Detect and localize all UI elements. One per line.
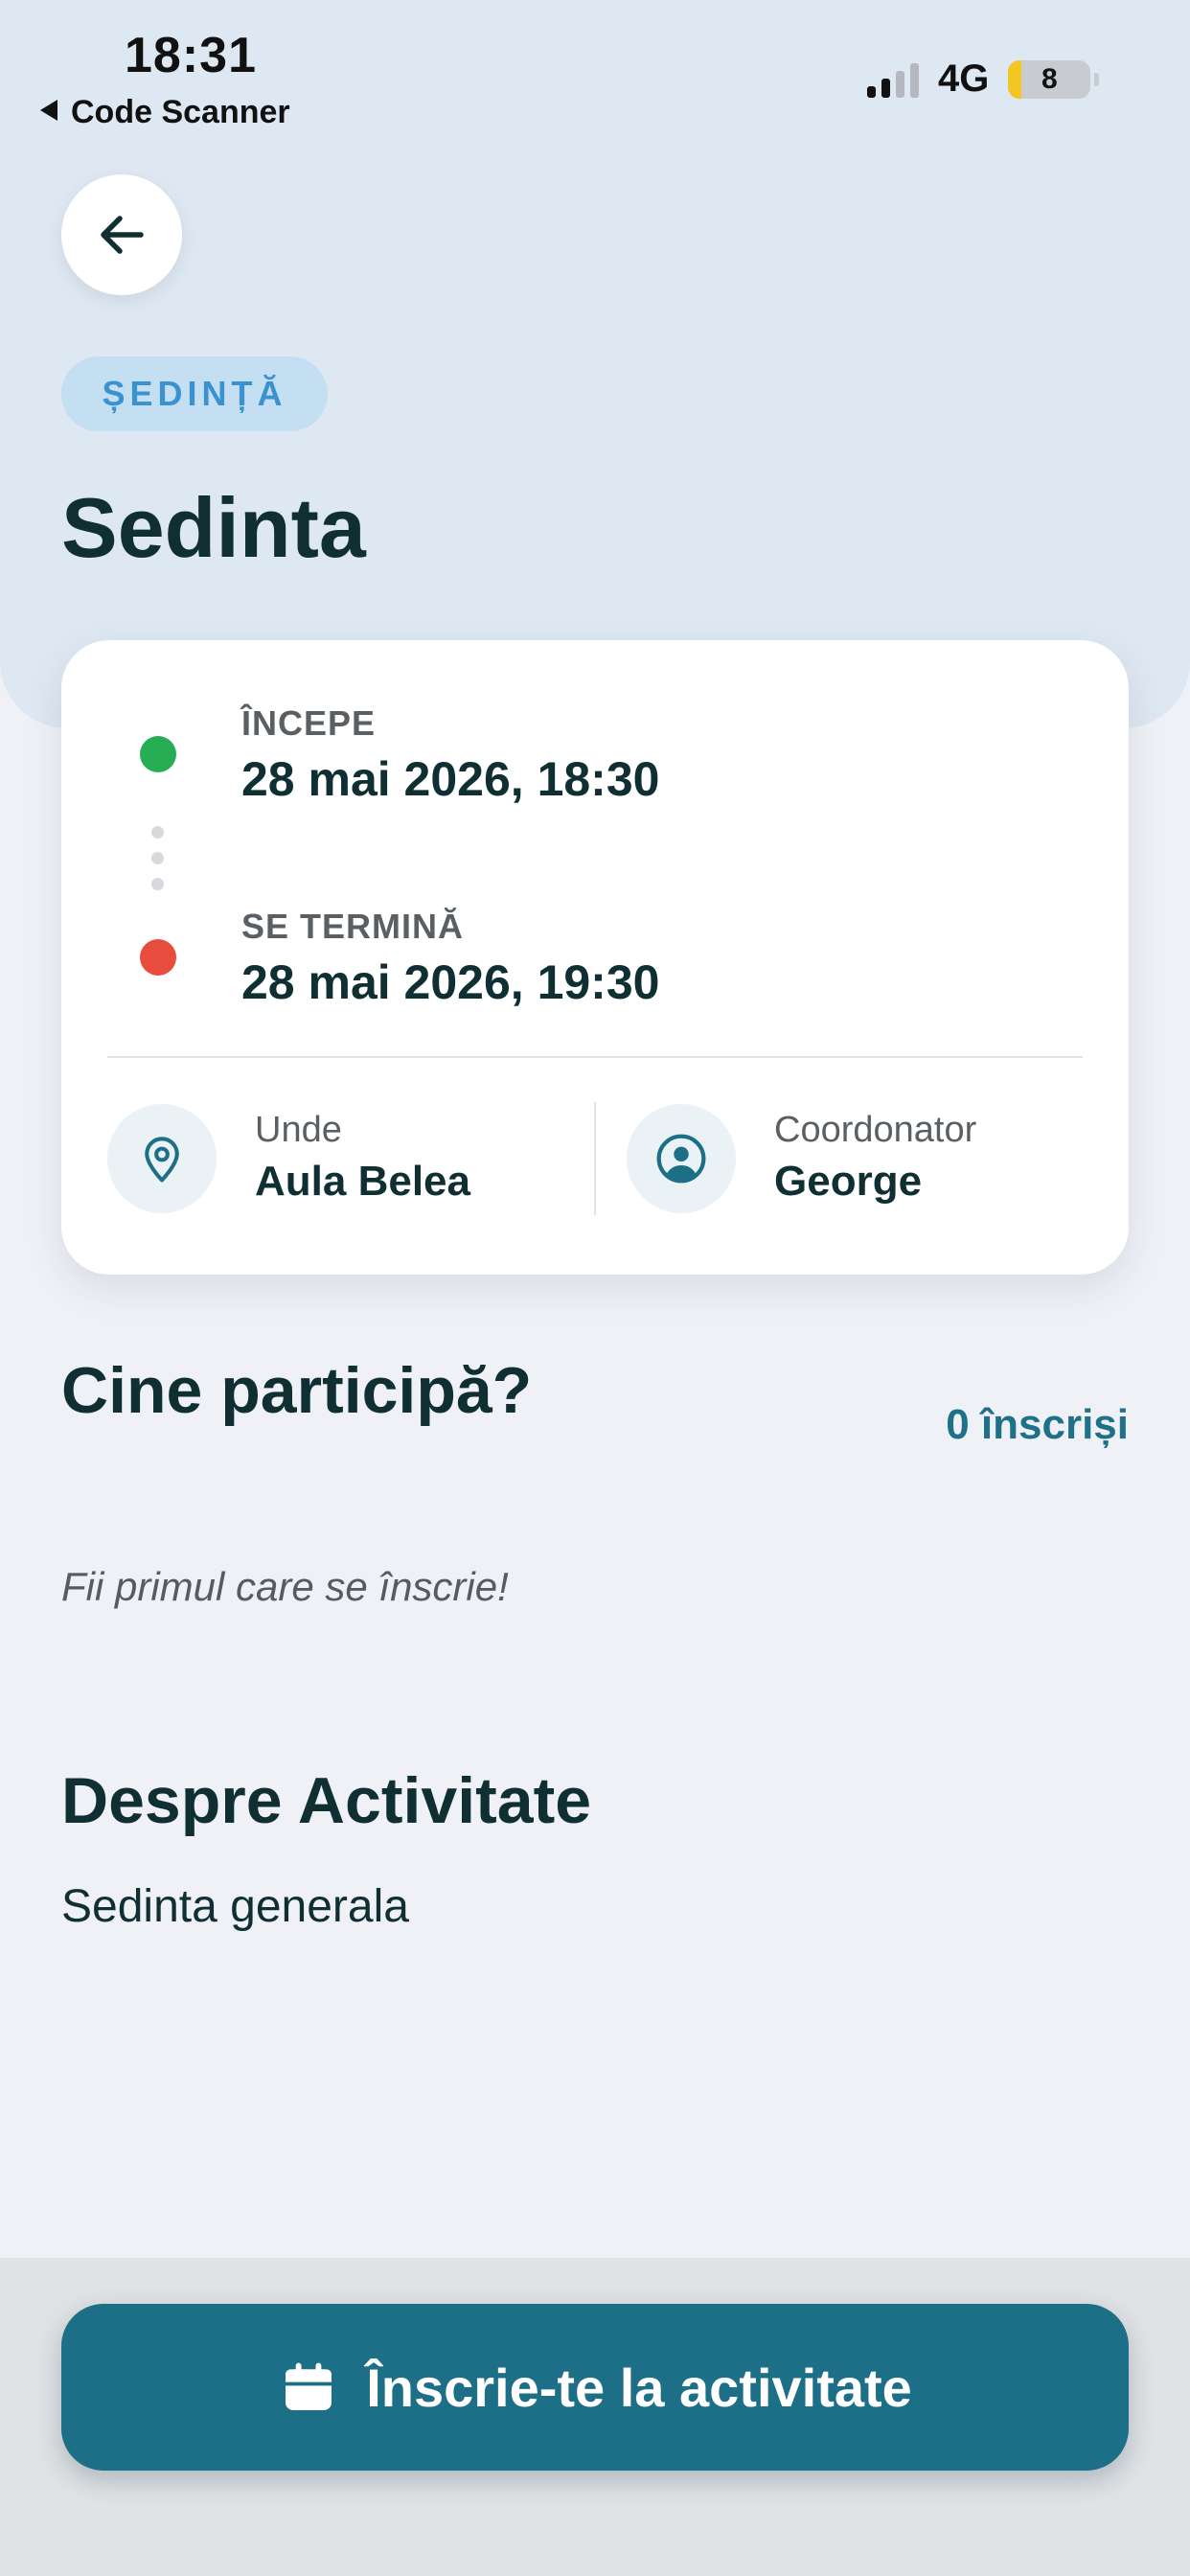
info-separator	[594, 1102, 596, 1215]
start-dot	[140, 736, 176, 772]
participants-count[interactable]: 0 înscriși	[946, 1401, 1129, 1449]
coordinator-value: George	[774, 1158, 923, 1205]
back-button[interactable]	[61, 174, 182, 295]
card-divider	[107, 1056, 1083, 1058]
details-card: ÎNCEPE 28 mai 2026, 18:30 SE TERMINĂ 28 …	[61, 640, 1129, 1275]
page-title: Sedinta	[61, 480, 366, 575]
location-icon-wrap	[107, 1104, 217, 1213]
location-value: Aula Belea	[255, 1158, 470, 1205]
battery-tip	[1094, 72, 1100, 86]
about-text: Sedinta generala	[61, 1881, 409, 1932]
coordinator-label: Coordonator	[774, 1110, 977, 1150]
network-type: 4G	[938, 58, 990, 100]
coordinator-icon-wrap	[627, 1104, 736, 1213]
back-app-label: Code Scanner	[71, 94, 290, 130]
signal-icon	[867, 61, 919, 98]
end-label: SE TERMINĂ	[241, 907, 465, 946]
calendar-icon	[286, 2362, 332, 2410]
participants-empty-text: Fii primul care se înscrie!	[61, 1564, 509, 1609]
back-triangle-icon	[38, 94, 59, 131]
end-dot	[140, 939, 176, 976]
timeline-connector	[151, 826, 164, 890]
register-button-label: Înscrie-te la activitate	[366, 2357, 912, 2418]
start-time: 28 mai 2026, 18:30	[241, 752, 660, 806]
start-label: ÎNCEPE	[241, 703, 377, 743]
category-badge: ȘEDINȚĂ	[61, 356, 328, 431]
back-to-app-link[interactable]: Code Scanner	[38, 94, 290, 131]
arrow-left-icon	[101, 216, 144, 254]
location-label: Unde	[255, 1110, 342, 1150]
battery-icon: 8	[1008, 59, 1091, 99]
about-title: Despre Activitate	[61, 1764, 592, 1837]
user-circle-icon	[656, 1134, 706, 1184]
end-time: 28 mai 2026, 19:30	[241, 955, 660, 1009]
status-indicators: 4G 8	[867, 58, 1100, 101]
location-pin-icon	[145, 1137, 179, 1183]
battery-level: 8	[1041, 62, 1058, 95]
status-time: 18:31	[125, 28, 257, 83]
register-button[interactable]: Înscrie-te la activitate	[61, 2304, 1129, 2471]
participants-title: Cine participă?	[61, 1354, 533, 1427]
